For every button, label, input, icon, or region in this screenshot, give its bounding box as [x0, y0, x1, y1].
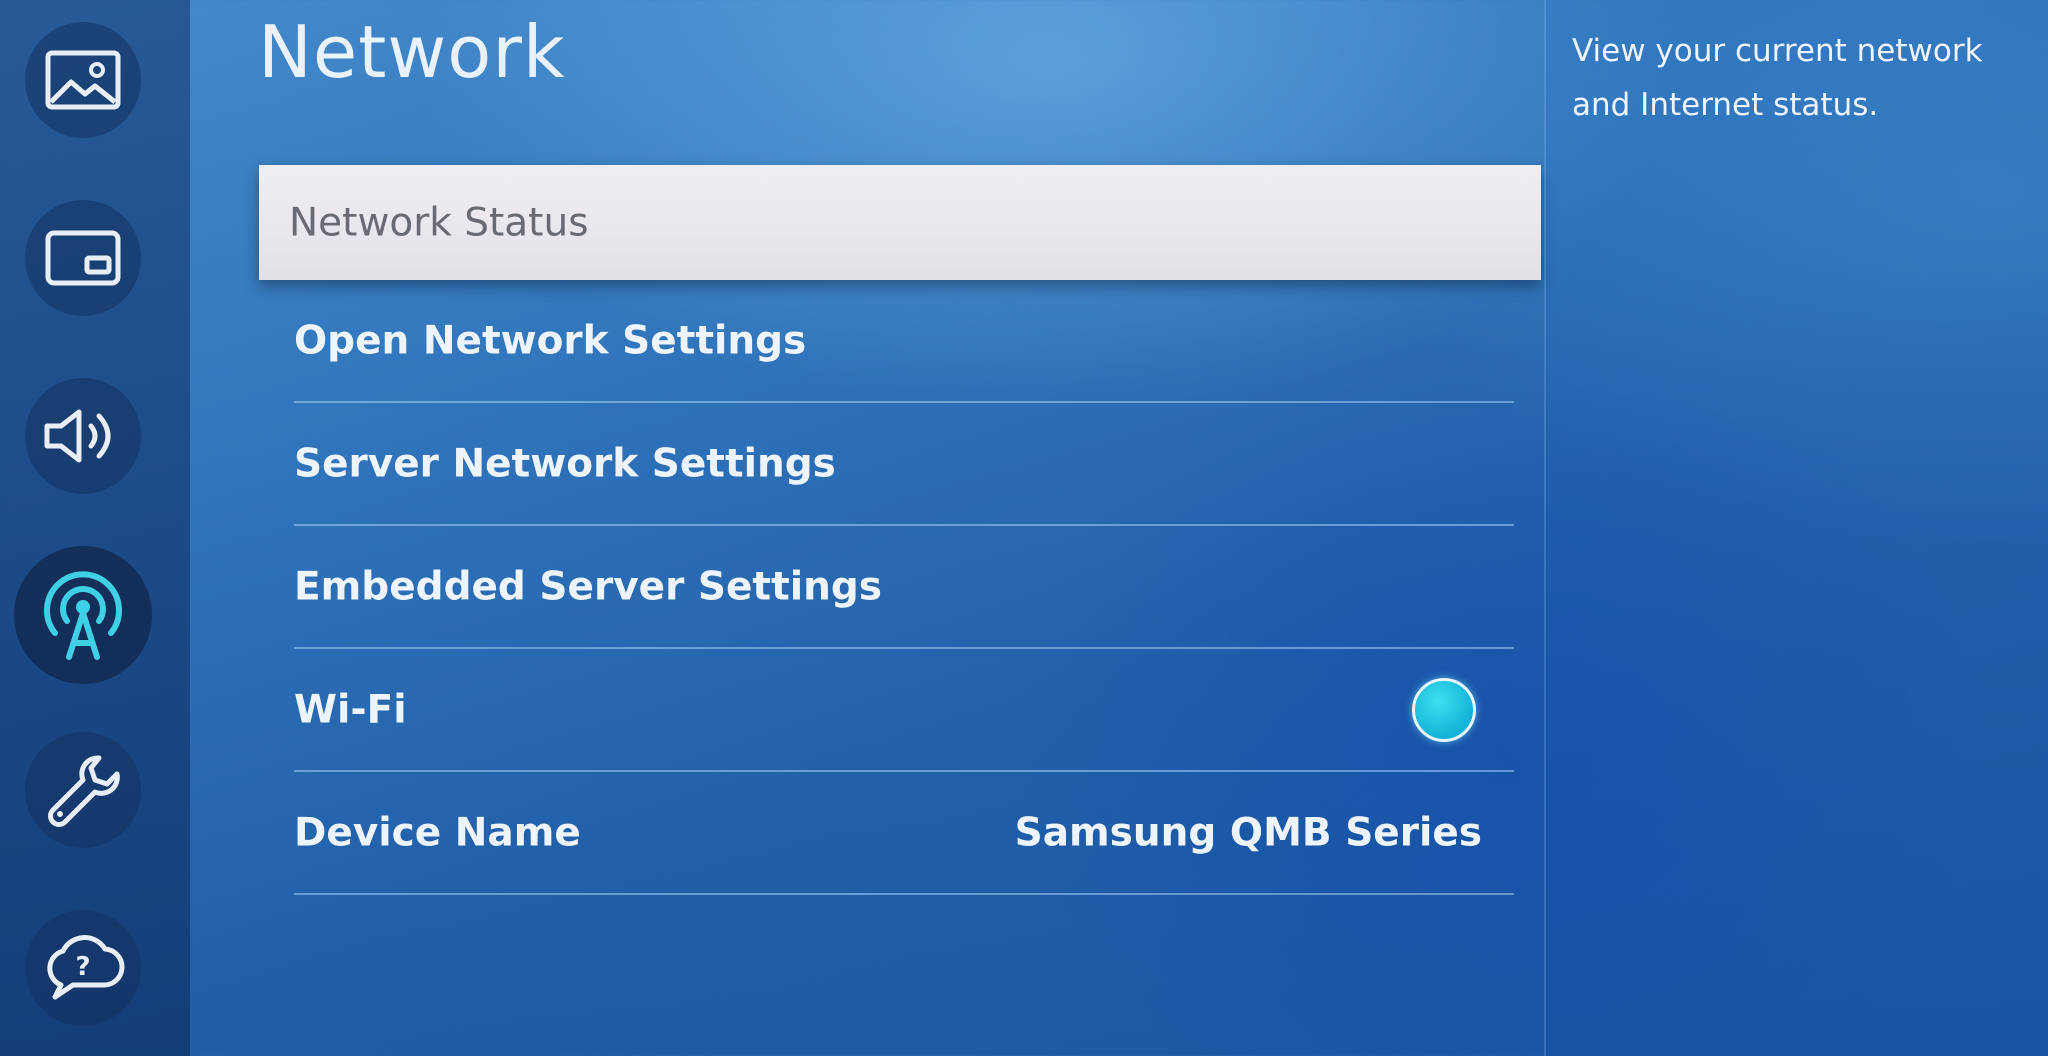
- sound-icon: [44, 409, 111, 463]
- menu-item-label: Wi-Fi: [294, 687, 407, 732]
- help-category-button[interactable]: ?: [25, 910, 141, 1026]
- support-tools-category-button[interactable]: [25, 732, 141, 848]
- menu-item-server-network-settings[interactable]: Server Network Settings: [294, 403, 1514, 526]
- device-name-value: Samsung QMB Series: [1014, 810, 1482, 855]
- svg-text:?: ?: [75, 952, 90, 982]
- wifi-toggle[interactable]: [1412, 677, 1476, 742]
- menu-item-wifi[interactable]: Wi-Fi: [294, 649, 1514, 772]
- description-panel: View your current network and Internet s…: [1544, 0, 2048, 1056]
- network-icon: [44, 571, 122, 660]
- sound-category-button[interactable]: [25, 378, 141, 494]
- picture-category-button[interactable]: [25, 22, 141, 138]
- page-title: Network: [258, 10, 566, 94]
- settings-category-rail: ?: [0, 0, 190, 1056]
- menu-item-label: Embedded Server Settings: [294, 564, 882, 609]
- network-menu: Network Status Open Network Settings Ser…: [259, 165, 1543, 895]
- network-settings-panel: Network Network Status Open Network Sett…: [190, 0, 1544, 1056]
- menu-item-network-status[interactable]: Network Status: [259, 165, 1541, 280]
- network-category-button[interactable]: [14, 546, 152, 684]
- screen-category-button[interactable]: [25, 200, 141, 316]
- menu-item-open-network-settings[interactable]: Open Network Settings: [294, 280, 1514, 403]
- menu-item-device-name[interactable]: Device Name Samsung QMB Series: [294, 772, 1514, 895]
- wrench-icon: [48, 755, 120, 827]
- menu-item-label: Open Network Settings: [294, 318, 807, 363]
- support-cloud-icon: ?: [47, 935, 125, 1000]
- menu-item-label: Network Status: [289, 200, 589, 245]
- description-text: View your current network and Internet s…: [1572, 33, 1983, 123]
- picture-icon: [45, 50, 121, 110]
- menu-item-embedded-server-settings[interactable]: Embedded Server Settings: [294, 526, 1514, 649]
- screen-icon: [45, 230, 121, 286]
- menu-item-label: Server Network Settings: [294, 441, 836, 486]
- menu-item-label: Device Name: [294, 810, 581, 855]
